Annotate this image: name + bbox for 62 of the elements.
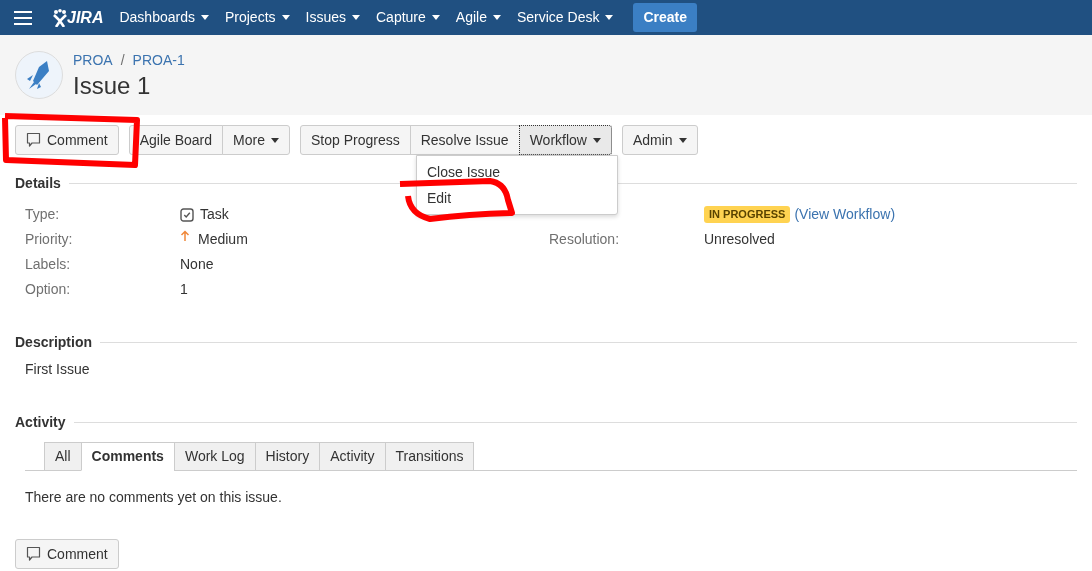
activity-tab[interactable]: Transitions (384, 442, 475, 471)
punctuation-text: ( (794, 205, 800, 224)
toolbar-button[interactable]: More (222, 125, 290, 155)
view-workflow-link[interactable]: View Workflow (799, 204, 891, 225)
caret-icon (431, 15, 440, 20)
toolbar-button[interactable]: Stop Progress (300, 125, 411, 155)
breadcrumb-link[interactable]: PROA-1 (132, 49, 185, 71)
caret-icon (352, 15, 360, 20)
section-heading: Details (15, 174, 61, 193)
caret-icon (492, 15, 501, 20)
toolbar-button[interactable]: Agile Board (128, 125, 224, 155)
menu-icon[interactable] (14, 10, 32, 25)
task-icon (180, 207, 194, 222)
comment-button[interactable]: Comment (15, 125, 119, 155)
comment-icon (26, 132, 41, 148)
nav-menu[interactable]: Service Desk (516, 7, 614, 28)
field-label: Resolution: (549, 230, 621, 249)
field-value: Medium (198, 230, 248, 249)
nav-menu[interactable]: Projects (224, 7, 290, 28)
section-heading: Activity (15, 413, 66, 432)
toolbar-button[interactable]: Admin (621, 125, 698, 155)
create-button[interactable]: Create (633, 3, 697, 32)
comment-icon (26, 546, 41, 562)
field-label: Labels: (25, 255, 72, 274)
field-label: Type: (25, 205, 61, 224)
nav-menu[interactable]: Issues (305, 7, 360, 28)
field-value: Unresolved (704, 230, 775, 249)
nav-menu[interactable]: Capture (376, 7, 440, 28)
comment-button[interactable]: Comment (15, 539, 119, 569)
field-value: None (180, 255, 214, 274)
logo-text[interactable]: JIRA (67, 5, 104, 30)
menu-item[interactable]: Edit (417, 185, 617, 211)
punctuation-text: ) (890, 205, 896, 224)
toolbar-button[interactable]: Resolve Issue (409, 125, 520, 155)
nav-menu[interactable]: Dashboards (119, 7, 209, 28)
field-value: 1 (180, 280, 188, 299)
description-text: First Issue (24, 360, 91, 379)
activity-tab[interactable]: All (44, 442, 82, 471)
toolbar-button[interactable]: Workflow (518, 125, 612, 155)
issue-title: Issue 1 (73, 70, 152, 101)
section-heading: Description (15, 333, 92, 352)
caret-icon (592, 137, 601, 143)
activity-tab[interactable]: History (254, 442, 321, 471)
menu-item[interactable]: Close Issue (417, 159, 617, 185)
breadcrumb-separator: / (120, 50, 125, 70)
status-badge: IN PROGRESS (704, 206, 791, 223)
activity-tab[interactable]: Comments (80, 442, 175, 471)
field-label: Priority: (25, 230, 74, 249)
breadcrumb-link[interactable]: PROA (73, 49, 113, 71)
nav-menu[interactable]: Agile (455, 7, 501, 28)
caret-icon (271, 137, 279, 143)
empty-comments-text: There are no comments yet on this issue. (24, 488, 283, 507)
caret-icon (678, 137, 687, 143)
caret-icon (200, 15, 209, 20)
field-label: Option: (25, 280, 72, 299)
field-value: Task (200, 205, 229, 224)
caret-icon (281, 15, 290, 20)
activity-tab[interactable]: Work Log (173, 442, 256, 471)
arrow-up-icon (180, 229, 190, 242)
logo-icon[interactable] (53, 8, 67, 27)
caret-icon (605, 15, 614, 20)
activity-tab[interactable]: Activity (319, 442, 386, 471)
